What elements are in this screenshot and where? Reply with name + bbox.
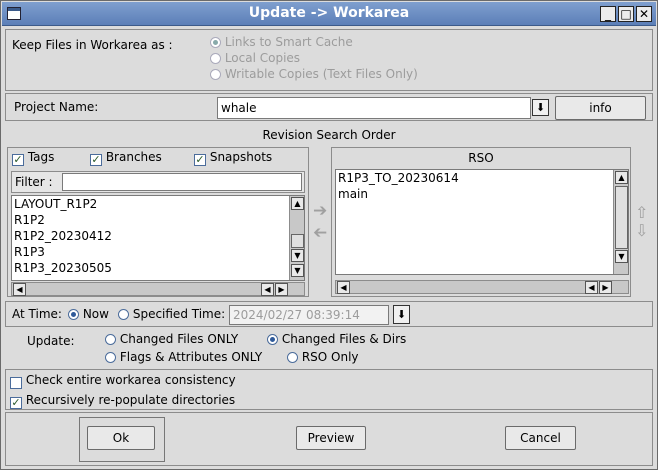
radio-icon[interactable] xyxy=(287,352,298,363)
keep-files-label: Keep Files in Workarea as : xyxy=(12,38,173,52)
scroll-left-icon[interactable]: ◀ xyxy=(337,281,350,294)
list-item[interactable]: R1P3 xyxy=(12,244,304,260)
rso-panel: RSO R1P3_TO_20230614 main ▲ ▼ ◀ ◀ ▶ xyxy=(331,147,631,297)
rso-title: Revision Search Order xyxy=(262,128,396,142)
info-button[interactable]: info xyxy=(555,96,646,120)
update-label: Update: xyxy=(27,334,75,348)
revision-search-section: Revision Search Order ✓ Tags ✓ Branches … xyxy=(5,125,653,299)
project-name-label: Project Name: xyxy=(14,100,99,114)
rso-list-item[interactable]: R1P3_TO_20230614 xyxy=(336,170,628,186)
preview-button[interactable]: Preview xyxy=(296,426,366,450)
update-workarea-dialog: Update -> Workarea _ □ ✕ Keep Files in W… xyxy=(0,0,658,470)
checkbox-icon[interactable]: ✓ xyxy=(10,397,22,409)
cancel-button[interactable]: Cancel xyxy=(505,426,576,450)
radio-icon[interactable] xyxy=(118,309,129,320)
filter-snapshots[interactable]: ✓ Snapshots xyxy=(194,150,272,166)
scroll-left-icon[interactable]: ◀ xyxy=(13,283,26,296)
rso-list-item[interactable]: main xyxy=(336,186,628,202)
scroll-thumb[interactable] xyxy=(615,186,628,249)
scroll-left-end-icon[interactable]: ◀ xyxy=(585,281,598,294)
rso-header: RSO xyxy=(468,151,494,165)
radio-icon[interactable] xyxy=(105,352,116,363)
update-option-changed-files[interactable]: Changed Files ONLY xyxy=(105,332,238,346)
options-section: ✓ Check entire workarea consistency ✓ Re… xyxy=(5,369,653,410)
update-option-changed-dirs[interactable]: Changed Files & Dirs xyxy=(267,332,406,346)
rso-list-scrollbar[interactable]: ▲ ▼ xyxy=(613,170,628,274)
left-list-panel: ✓ Tags ✓ Branches ✓ Snapshots Filter : L… xyxy=(7,147,309,297)
list-item[interactable]: R1P2 xyxy=(12,212,304,228)
filter-row: Filter : xyxy=(11,171,305,193)
update-option-flags[interactable]: Flags & Attributes ONLY xyxy=(105,350,262,364)
scroll-left-end-icon[interactable]: ◀ xyxy=(261,283,274,296)
arrow-down-icon[interactable]: ⇩ xyxy=(635,221,648,240)
radio-icon[interactable] xyxy=(105,334,116,345)
radio-icon[interactable] xyxy=(267,334,278,345)
minimize-icon[interactable]: _ xyxy=(600,6,616,22)
scroll-down-icon[interactable]: ▼ xyxy=(615,250,628,263)
rso-list-hscroll[interactable]: ◀ ◀ ▶ xyxy=(335,280,629,294)
dropdown-arrow-icon[interactable]: ⬇ xyxy=(393,305,410,324)
title-bar[interactable]: Update -> Workarea _ □ ✕ xyxy=(2,2,656,26)
project-section: Project Name: whale ⬇ info xyxy=(5,93,653,121)
keep-option-writable[interactable]: Writable Copies (Text Files Only) xyxy=(210,67,418,81)
project-name-field[interactable]: whale xyxy=(217,97,531,119)
filter-tags[interactable]: ✓ Tags xyxy=(12,150,54,166)
arrow-left-icon[interactable]: ➔ xyxy=(313,223,327,243)
keep-option-links[interactable]: Links to Smart Cache xyxy=(210,35,353,49)
close-icon[interactable]: ✕ xyxy=(636,6,652,22)
maximize-icon[interactable]: □ xyxy=(618,6,634,22)
list-item[interactable]: LAYOUT_R1P2 xyxy=(12,196,304,212)
keep-files-section: Keep Files in Workarea as : Links to Sma… xyxy=(5,29,653,91)
time-option-now[interactable]: Now xyxy=(68,307,109,321)
time-option-specified[interactable]: Specified Time: xyxy=(118,307,225,321)
button-bar: Ok Preview Cancel xyxy=(5,412,653,466)
checkbox-icon[interactable]: ✓ xyxy=(90,154,102,166)
at-time-section: At Time: Now Specified Time: 2024/02/27 … xyxy=(5,301,653,327)
arrow-up-icon[interactable]: ⇧ xyxy=(635,203,648,222)
radio-icon[interactable] xyxy=(210,37,221,48)
specified-time-field[interactable]: 2024/02/27 08:39:14 xyxy=(229,305,389,325)
keep-option-local[interactable]: Local Copies xyxy=(210,51,300,65)
ok-button[interactable]: Ok xyxy=(87,426,155,450)
checkbox-icon[interactable]: ✓ xyxy=(10,377,22,389)
list-item[interactable]: R1P2_20230412 xyxy=(12,228,304,244)
radio-icon[interactable] xyxy=(210,69,221,80)
at-time-label: At Time: xyxy=(12,307,62,321)
list-item[interactable]: R1P3_20230505 xyxy=(12,260,304,276)
scroll-up-icon[interactable]: ▲ xyxy=(291,197,304,210)
scroll-end-icon[interactable]: ▼ xyxy=(291,264,304,277)
rso-list[interactable]: R1P3_TO_20230614 main ▲ ▼ xyxy=(335,169,629,275)
revision-list-scrollbar[interactable]: ▲ ▼ ▼ xyxy=(289,196,304,280)
check-consistency-option[interactable]: ✓ Check entire workarea consistency xyxy=(10,373,236,389)
checkbox-icon[interactable]: ✓ xyxy=(194,154,206,166)
filter-label: Filter : xyxy=(15,175,53,189)
revision-list[interactable]: LAYOUT_R1P2 R1P2 R1P2_20230412 R1P3 R1P3… xyxy=(11,195,305,281)
update-section: Update: Changed Files ONLY Changed Files… xyxy=(5,329,653,369)
checkbox-icon[interactable]: ✓ xyxy=(12,154,24,166)
scroll-thumb[interactable] xyxy=(291,234,304,248)
scroll-right-icon[interactable]: ▶ xyxy=(599,281,612,294)
scroll-up-icon[interactable]: ▲ xyxy=(615,171,628,184)
scroll-right-icon[interactable]: ▶ xyxy=(275,283,288,296)
dropdown-arrow-icon[interactable]: ⬇ xyxy=(532,99,549,116)
radio-icon[interactable] xyxy=(68,309,79,320)
filter-branches[interactable]: ✓ Branches xyxy=(90,150,162,166)
arrow-right-icon[interactable]: ➔ xyxy=(313,201,327,221)
revision-list-hscroll[interactable]: ◀ ◀ ▶ xyxy=(11,282,305,296)
window-title: Update -> Workarea xyxy=(248,5,410,21)
update-option-rso-only[interactable]: RSO Only xyxy=(287,350,359,364)
scroll-down-icon[interactable]: ▼ xyxy=(291,249,304,262)
radio-icon[interactable] xyxy=(210,53,221,64)
filter-input[interactable] xyxy=(62,173,302,191)
repopulate-option[interactable]: ✓ Recursively re-populate directories xyxy=(10,393,235,409)
